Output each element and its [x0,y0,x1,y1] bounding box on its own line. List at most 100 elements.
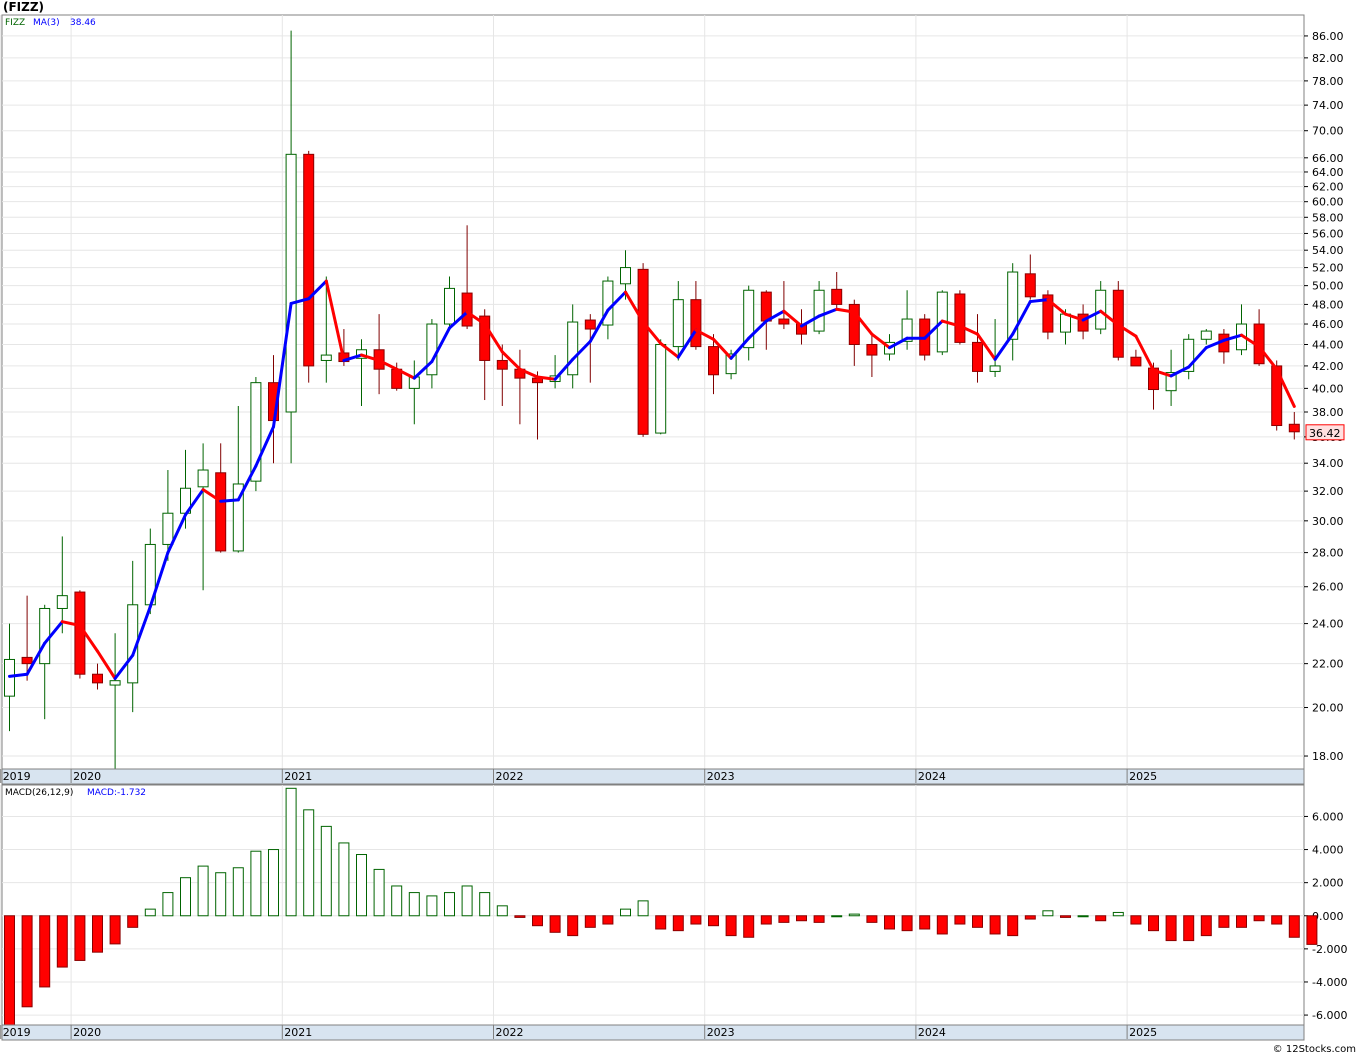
macd-bar [250,850,262,917]
macd-bar [320,825,332,917]
year-axis-top-label: 2024 [918,770,946,783]
candle-body [215,472,227,552]
macd-bar [56,915,68,968]
price-tick-label: 58.00 [1312,211,1344,224]
price-tick-label: 40.00 [1312,382,1344,395]
macd-bar [39,915,51,988]
macd-bar [725,915,737,937]
macd-bar [637,900,649,917]
macd-bar [4,915,15,1026]
price-tick-label: 52.00 [1312,262,1344,275]
macd-bar [496,905,508,917]
price-tick-label: 62.00 [1312,181,1344,194]
price-tick-label: 34.00 [1312,457,1344,470]
price-tick-label: 38.00 [1312,406,1344,419]
candle-body [1200,330,1212,340]
price-tick-label: 82.00 [1312,52,1344,65]
macd-panel-frame [1,784,1305,1026]
macd-bar [391,885,403,917]
year-axis-top-label: 2023 [707,770,735,783]
price-tick-label: 42.00 [1312,360,1344,373]
footer-credit: © 12Stocks.com [1272,1044,1356,1055]
candle-body [954,293,966,343]
macd-bar [567,915,579,937]
macd-bar [954,915,966,925]
price-tick-label: 56.00 [1312,227,1344,240]
price-panel-frame [1,14,1305,770]
price-tick-label: 78.00 [1312,75,1344,88]
price-tick-label: 44.00 [1312,338,1344,351]
last-price-flag: 36.42 [1305,424,1345,441]
candle-body [426,323,438,376]
macd-tick-label: 6.000 [1312,810,1344,823]
macd-bar [884,915,895,930]
candle-body [690,299,702,348]
macd-bar [813,915,825,923]
price-tick-label: 30.00 [1312,515,1344,528]
year-axis-bottom-label: 2021 [284,1026,312,1039]
candle-body [320,354,332,361]
candle-body [303,153,315,367]
macd-bar [1024,915,1036,920]
macd-bar [1148,915,1159,932]
year-axis-bottom-label: 2024 [918,1026,946,1039]
macd-bar [444,892,455,917]
price-tick-label: 54.00 [1312,244,1344,257]
macd-bar [936,915,948,935]
year-axis-bottom: 2019 2020 2021 2022 2023 2024 2025 [0,1024,1305,1041]
macd-bar [74,915,86,961]
year-axis-bottom-bg [1,1024,1305,1041]
price-legend-symbol: FIZZ [5,18,25,28]
macd-bar [92,915,103,953]
last-price-label: 36.42 [1309,427,1341,440]
macd-bar [584,915,596,928]
macd-bar [831,915,843,918]
price-axis: 18.00 20.00 22.00 24.00 26.00 28.00 30.00 32.00… [1304,30,1344,763]
price-tick-label: 86.00 [1312,30,1344,43]
macd-bar [743,915,755,938]
macd-bar [514,915,526,918]
candle-body [496,359,508,370]
macd-bar [972,915,983,928]
candle-body [655,343,667,434]
price-panel: 18.00 20.00 22.00 24.00 26.00 28.00 30.00 32.00… [0,14,1345,770]
macd-bar [760,915,772,925]
macd-bar [1130,915,1142,925]
macd-bar [919,915,931,930]
macd-bar [21,915,33,1008]
candle-body [285,153,297,413]
year-axis-top-label: 2025 [1129,770,1157,783]
macd-bar [1165,915,1177,942]
macd-bar [532,915,543,927]
price-tick-label: 60.00 [1312,196,1344,209]
macd-bar [338,842,350,917]
macd-legend-label: MACD(26,12,9) [5,788,73,798]
candle-body [620,267,631,285]
year-axis-bottom-label: 2019 [3,1026,31,1039]
year-axis-top-label: 2022 [496,770,524,783]
macd-bar [426,895,438,917]
candle-body [461,292,473,327]
price-tick-label: 28.00 [1312,547,1344,560]
macd-bar [1288,915,1300,938]
price-tick-label: 74.00 [1312,99,1344,112]
price-tick-label: 50.00 [1312,280,1344,293]
price-tick-label: 24.00 [1312,618,1344,631]
candle-body [1288,423,1300,433]
macd-bar [620,908,631,917]
macd-bar [778,915,790,923]
macd-bar [796,915,807,922]
macd-bar [127,915,139,928]
candle-body [1024,273,1036,298]
macd-bar [1112,911,1124,917]
macd-tick-label: -6.000 [1312,1009,1347,1022]
macd-legend-value: MACD:-1.732 [87,788,146,798]
macd-bar [672,915,684,932]
macd-tick-label: -4.000 [1312,976,1347,989]
price-tick-label: 64.00 [1312,166,1344,179]
macd-bar [144,908,156,917]
macd-bar [197,865,209,917]
candle-body [708,346,719,376]
macd-tick-label: 4.000 [1312,844,1344,857]
candle-body [813,289,825,332]
